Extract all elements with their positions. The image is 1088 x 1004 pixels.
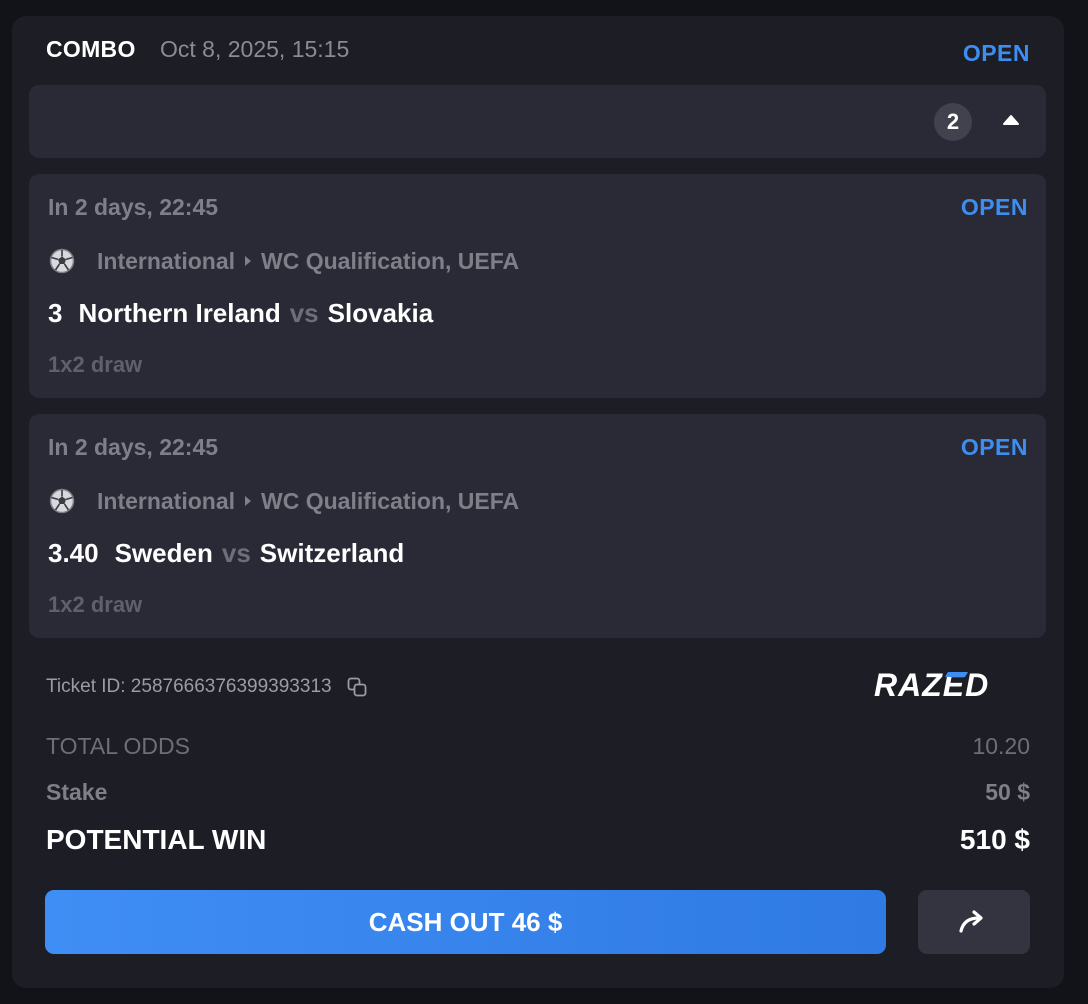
selection-odds: 3: [48, 298, 63, 328]
share-button[interactable]: [918, 890, 1030, 954]
potential-win-label: POTENTIAL WIN: [46, 824, 267, 855]
cash-out-button[interactable]: CASH OUT 46 $: [45, 890, 886, 954]
stake-value: 50 $: [985, 779, 1030, 805]
ticket-id-row: Ticket ID: 2587666376399393313: [46, 672, 368, 702]
event-category: International: [97, 247, 236, 274]
razed-logo: RAZED: [874, 668, 989, 700]
ticket-id: Ticket ID: 2587666376399393313: [46, 676, 332, 697]
event-tournament: WC Qualification, UEFA: [261, 487, 520, 514]
total-odds-value: 10.20: [972, 733, 1030, 759]
potential-win-row: POTENTIAL WIN 510 $: [46, 824, 1030, 858]
market-name: 1x2 draw: [48, 352, 143, 377]
home-team: Sweden: [114, 538, 213, 568]
stake-label: Stake: [46, 779, 108, 805]
selection-odds: 3.40: [48, 538, 99, 568]
potential-win-value: 510 $: [959, 824, 1030, 855]
bet-header: COMBO Oct 8, 2025, 15:15 OPEN: [12, 16, 1064, 86]
selection-status: OPEN: [960, 434, 1028, 460]
caret-right-icon: [245, 256, 252, 266]
event-league: International WC Qualification, UEFA: [49, 486, 519, 516]
total-odds-label: TOTAL ODDS: [46, 733, 190, 759]
selection-card[interactable]: In 2 days, 22:45 OPEN International WC Q…: [29, 174, 1046, 398]
bet-type-label: COMBO: [46, 36, 136, 62]
event-time: In 2 days, 22:45: [48, 434, 219, 460]
stake-row: Stake 50 $: [46, 779, 1030, 813]
soccer-ball-icon: [49, 488, 75, 514]
svg-text:RAZED: RAZED: [874, 668, 989, 700]
away-team: Slovakia: [327, 298, 434, 328]
event-matchup: 3 Northern Ireland vs Slovakia: [48, 298, 433, 329]
chevron-up-icon: [1003, 115, 1019, 125]
event-league: International WC Qualification, UEFA: [49, 246, 519, 276]
vs-separator: vs: [289, 298, 319, 328]
bet-status-badge: OPEN: [962, 40, 1030, 66]
bet-date: Oct 8, 2025, 15:15: [160, 36, 350, 62]
event-time: In 2 days, 22:45: [48, 194, 219, 220]
away-team: Switzerland: [259, 538, 405, 568]
selection-card[interactable]: In 2 days, 22:45 OPEN International WC Q…: [29, 414, 1046, 638]
soccer-ball-icon: [49, 248, 75, 274]
share-arrow-icon: [959, 910, 983, 933]
home-team: Northern Ireland: [78, 298, 281, 328]
selection-count-badge: 2: [934, 103, 972, 141]
event-matchup: 3.40 Sweden vs Switzerland: [48, 538, 404, 569]
copy-icon[interactable]: [346, 676, 368, 698]
selections-toggle[interactable]: 2: [29, 85, 1046, 158]
bet-card: COMBO Oct 8, 2025, 15:15 OPEN 2 In 2 day…: [12, 16, 1064, 988]
event-category: International: [97, 487, 236, 514]
selection-status: OPEN: [960, 194, 1028, 220]
event-tournament: WC Qualification, UEFA: [261, 247, 520, 274]
caret-right-icon: [245, 496, 252, 506]
market-name: 1x2 draw: [48, 592, 143, 617]
vs-separator: vs: [221, 538, 251, 568]
total-odds-row: TOTAL ODDS 10.20: [46, 733, 1030, 767]
